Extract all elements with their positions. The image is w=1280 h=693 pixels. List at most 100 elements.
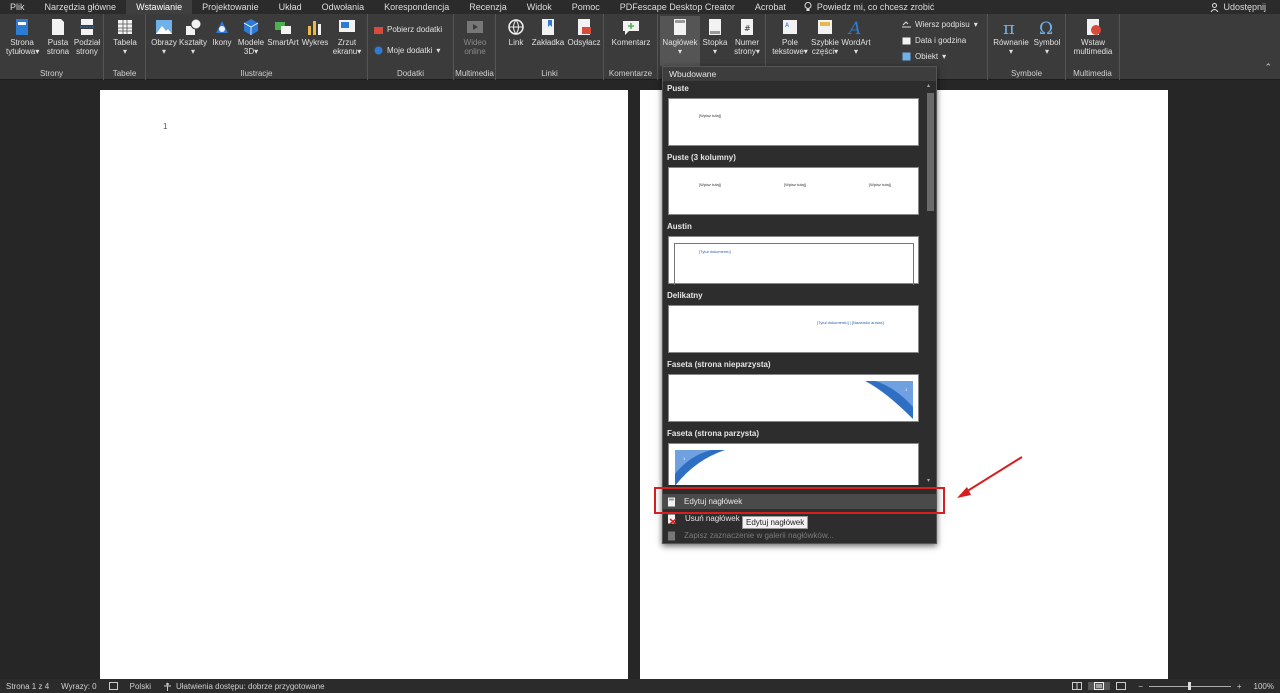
icons-button[interactable]: Ikony [210, 18, 234, 47]
page-1[interactable]: 1 [100, 90, 628, 679]
link-button[interactable]: Link [502, 18, 530, 47]
remove-header-label: Usuń nagłówek [685, 514, 740, 523]
annotation-highlight-box [654, 487, 945, 514]
wordart-button[interactable]: A WordArt ▾ [840, 18, 872, 56]
tell-me-box[interactable]: Powiedz mi, co chcesz zrobić [804, 2, 934, 12]
comment-button[interactable]: Komentarz [608, 18, 654, 47]
footer-button[interactable]: Stopka ▾ [700, 18, 730, 56]
collapse-ribbon-icon[interactable]: ⌃ [1264, 62, 1272, 73]
tab-narzedzia-glowne[interactable]: Narzędzia główne [35, 0, 127, 14]
page-number-label-1: Numer [734, 38, 759, 47]
gallery-title-puste-3: Puste (3 kolumny) [667, 153, 736, 162]
blank-page-button[interactable]: Pusta strona [44, 18, 72, 56]
smartart-button[interactable]: SmartArt [266, 18, 300, 47]
pi-icon: π [1003, 18, 1015, 36]
placeholder-text: [Wpisz tutaj] [699, 113, 721, 118]
3d-models-button[interactable]: Modele 3D▾ [236, 18, 266, 56]
equation-button[interactable]: π Równanie ▾ [992, 18, 1030, 56]
get-addins-button[interactable]: Pobierz dodatki [374, 25, 442, 34]
chart-button[interactable]: Wykres [301, 18, 329, 47]
tab-plik[interactable]: Plik [0, 0, 35, 14]
web-layout-icon [1116, 682, 1127, 690]
save-to-gallery-item[interactable]: Zapisz zaznaczenie w galerii nagłówków..… [663, 528, 936, 543]
header-button[interactable]: Nagłówek ▾ [660, 18, 700, 56]
signature-line-button[interactable]: Wiersz podpisu ▾ [902, 20, 978, 29]
insert-media-button[interactable]: Wstaw multimedia [1070, 18, 1116, 56]
symbol-label: Symbol [1033, 38, 1061, 47]
object-button[interactable]: Obiekt ▾ [902, 52, 946, 61]
my-addins-button[interactable]: Moje dodatki ▾ [374, 46, 440, 55]
text-box-button[interactable]: A Pole tekstowe▾ [770, 18, 810, 56]
shapes-button[interactable]: Kształty ▾ [178, 18, 208, 56]
icons-gallery-icon [216, 21, 228, 33]
share-button[interactable]: Udostępnij [1210, 0, 1266, 14]
online-video-button[interactable]: Wideo online [460, 18, 490, 56]
tab-projektowanie[interactable]: Projektowanie [192, 0, 269, 14]
screenshot-button[interactable]: Zrzut ekranu▾ [332, 18, 362, 56]
zoom-out-button[interactable]: − [1132, 682, 1149, 691]
scroll-thumb[interactable] [927, 93, 934, 211]
gallery-item-puste-3[interactable]: [Wpisz tutaj] [Wpisz tutaj] [Wpisz tutaj… [668, 167, 919, 215]
gallery-item-faseta-parzysta[interactable]: 1 [668, 443, 919, 485]
wordart-icon: A [847, 19, 861, 36]
date-time-label: Data i godzina [915, 36, 967, 45]
tab-korespondencja[interactable]: Korespondencja [374, 0, 459, 14]
word-count[interactable]: Wyrazy: 0 [55, 682, 103, 691]
addins-icon [374, 46, 383, 55]
wordart-label: WordArt [841, 38, 871, 47]
gallery-item-austin[interactable]: [Tytuł dokumentu] [668, 236, 919, 285]
accessibility-status[interactable]: Ułatwienia dostępu: dobrze przygotowane [157, 682, 331, 691]
page-count[interactable]: Strona 1 z 4 [0, 682, 55, 691]
date-time-button[interactable]: Data i godzina [902, 36, 966, 45]
tab-wstawianie[interactable]: Wstawianie [126, 0, 193, 14]
tab-recenzja[interactable]: Recenzja [459, 0, 517, 14]
smartart-label: SmartArt [267, 38, 299, 47]
web-layout-button[interactable] [1110, 682, 1132, 690]
scroll-down-icon[interactable]: ▾ [927, 477, 930, 484]
page-number-button[interactable]: # Numer strony▾ [730, 18, 764, 56]
zoom-level[interactable]: 100% [1248, 682, 1280, 691]
tab-widok[interactable]: Widok [517, 0, 562, 14]
quick-parts-button[interactable]: Szybkie części▾ [810, 18, 840, 56]
gallery-item-faseta-nieparzysta[interactable]: 1 [668, 374, 919, 422]
bookmark-icon [542, 19, 554, 35]
read-mode-button[interactable] [1066, 682, 1088, 690]
group-label-multimedia: Multimedia [455, 69, 494, 78]
group-label-strony: Strony [39, 69, 64, 78]
globe-link-icon [508, 19, 524, 35]
symbol-button[interactable]: Ω Symbol ▾ [1030, 18, 1064, 56]
gallery-item-puste[interactable]: [Wpisz tutaj] [668, 98, 919, 146]
my-addins-label: Moje dodatki [387, 46, 433, 55]
proofing-status[interactable] [103, 682, 124, 690]
tooltip: Edytuj nagłówek [742, 516, 809, 529]
status-bar: Strona 1 z 4 Wyrazy: 0 Polski Ułatwienia… [0, 679, 1280, 693]
quick-parts-label-2: części [811, 47, 835, 56]
zoom-thumb[interactable] [1187, 682, 1191, 690]
tab-pdfescape[interactable]: PDFescape Desktop Creator [610, 0, 745, 14]
gallery-item-delikatny[interactable]: [Tytuł dokumentu] | [Nazwisko autora] [668, 305, 919, 353]
zoom-in-button[interactable]: + [1231, 682, 1248, 691]
page-number-label-2: strony [734, 47, 756, 56]
cross-reference-button[interactable]: Odsyłacz [566, 18, 602, 47]
save-gallery-icon [668, 531, 675, 540]
tab-pomoc[interactable]: Pomoc [562, 0, 610, 14]
page-break-button[interactable]: Podział strony [72, 18, 102, 56]
pictures-button[interactable]: Obrazy ▾ [150, 18, 178, 56]
scroll-up-icon[interactable]: ▴ [927, 82, 930, 89]
person-icon [1211, 2, 1219, 12]
screenshot-label-1: Zrzut [337, 38, 357, 47]
print-layout-button[interactable] [1088, 682, 1111, 690]
cover-page-button[interactable]: Strona tytułowa▾ [6, 18, 39, 56]
text-box-label-2: tekstowe [772, 47, 804, 56]
language-status[interactable]: Polski [124, 682, 157, 691]
zoom-slider[interactable] [1148, 682, 1231, 690]
bookmark-button[interactable]: Zakładka [530, 18, 566, 47]
table-button[interactable]: Tabela ▾ [110, 18, 140, 56]
tab-odwolania[interactable]: Odwołania [312, 0, 375, 14]
tab-uklad[interactable]: Układ [269, 0, 312, 14]
tab-acrobat[interactable]: Acrobat [745, 0, 796, 14]
svg-text:Ω: Ω [1039, 19, 1053, 36]
blank-page-label-1: Pusta [47, 38, 69, 47]
dropdown-section-title: Wbudowane [663, 67, 936, 81]
gallery-scrollbar[interactable]: ▴ ▾ [926, 81, 935, 485]
